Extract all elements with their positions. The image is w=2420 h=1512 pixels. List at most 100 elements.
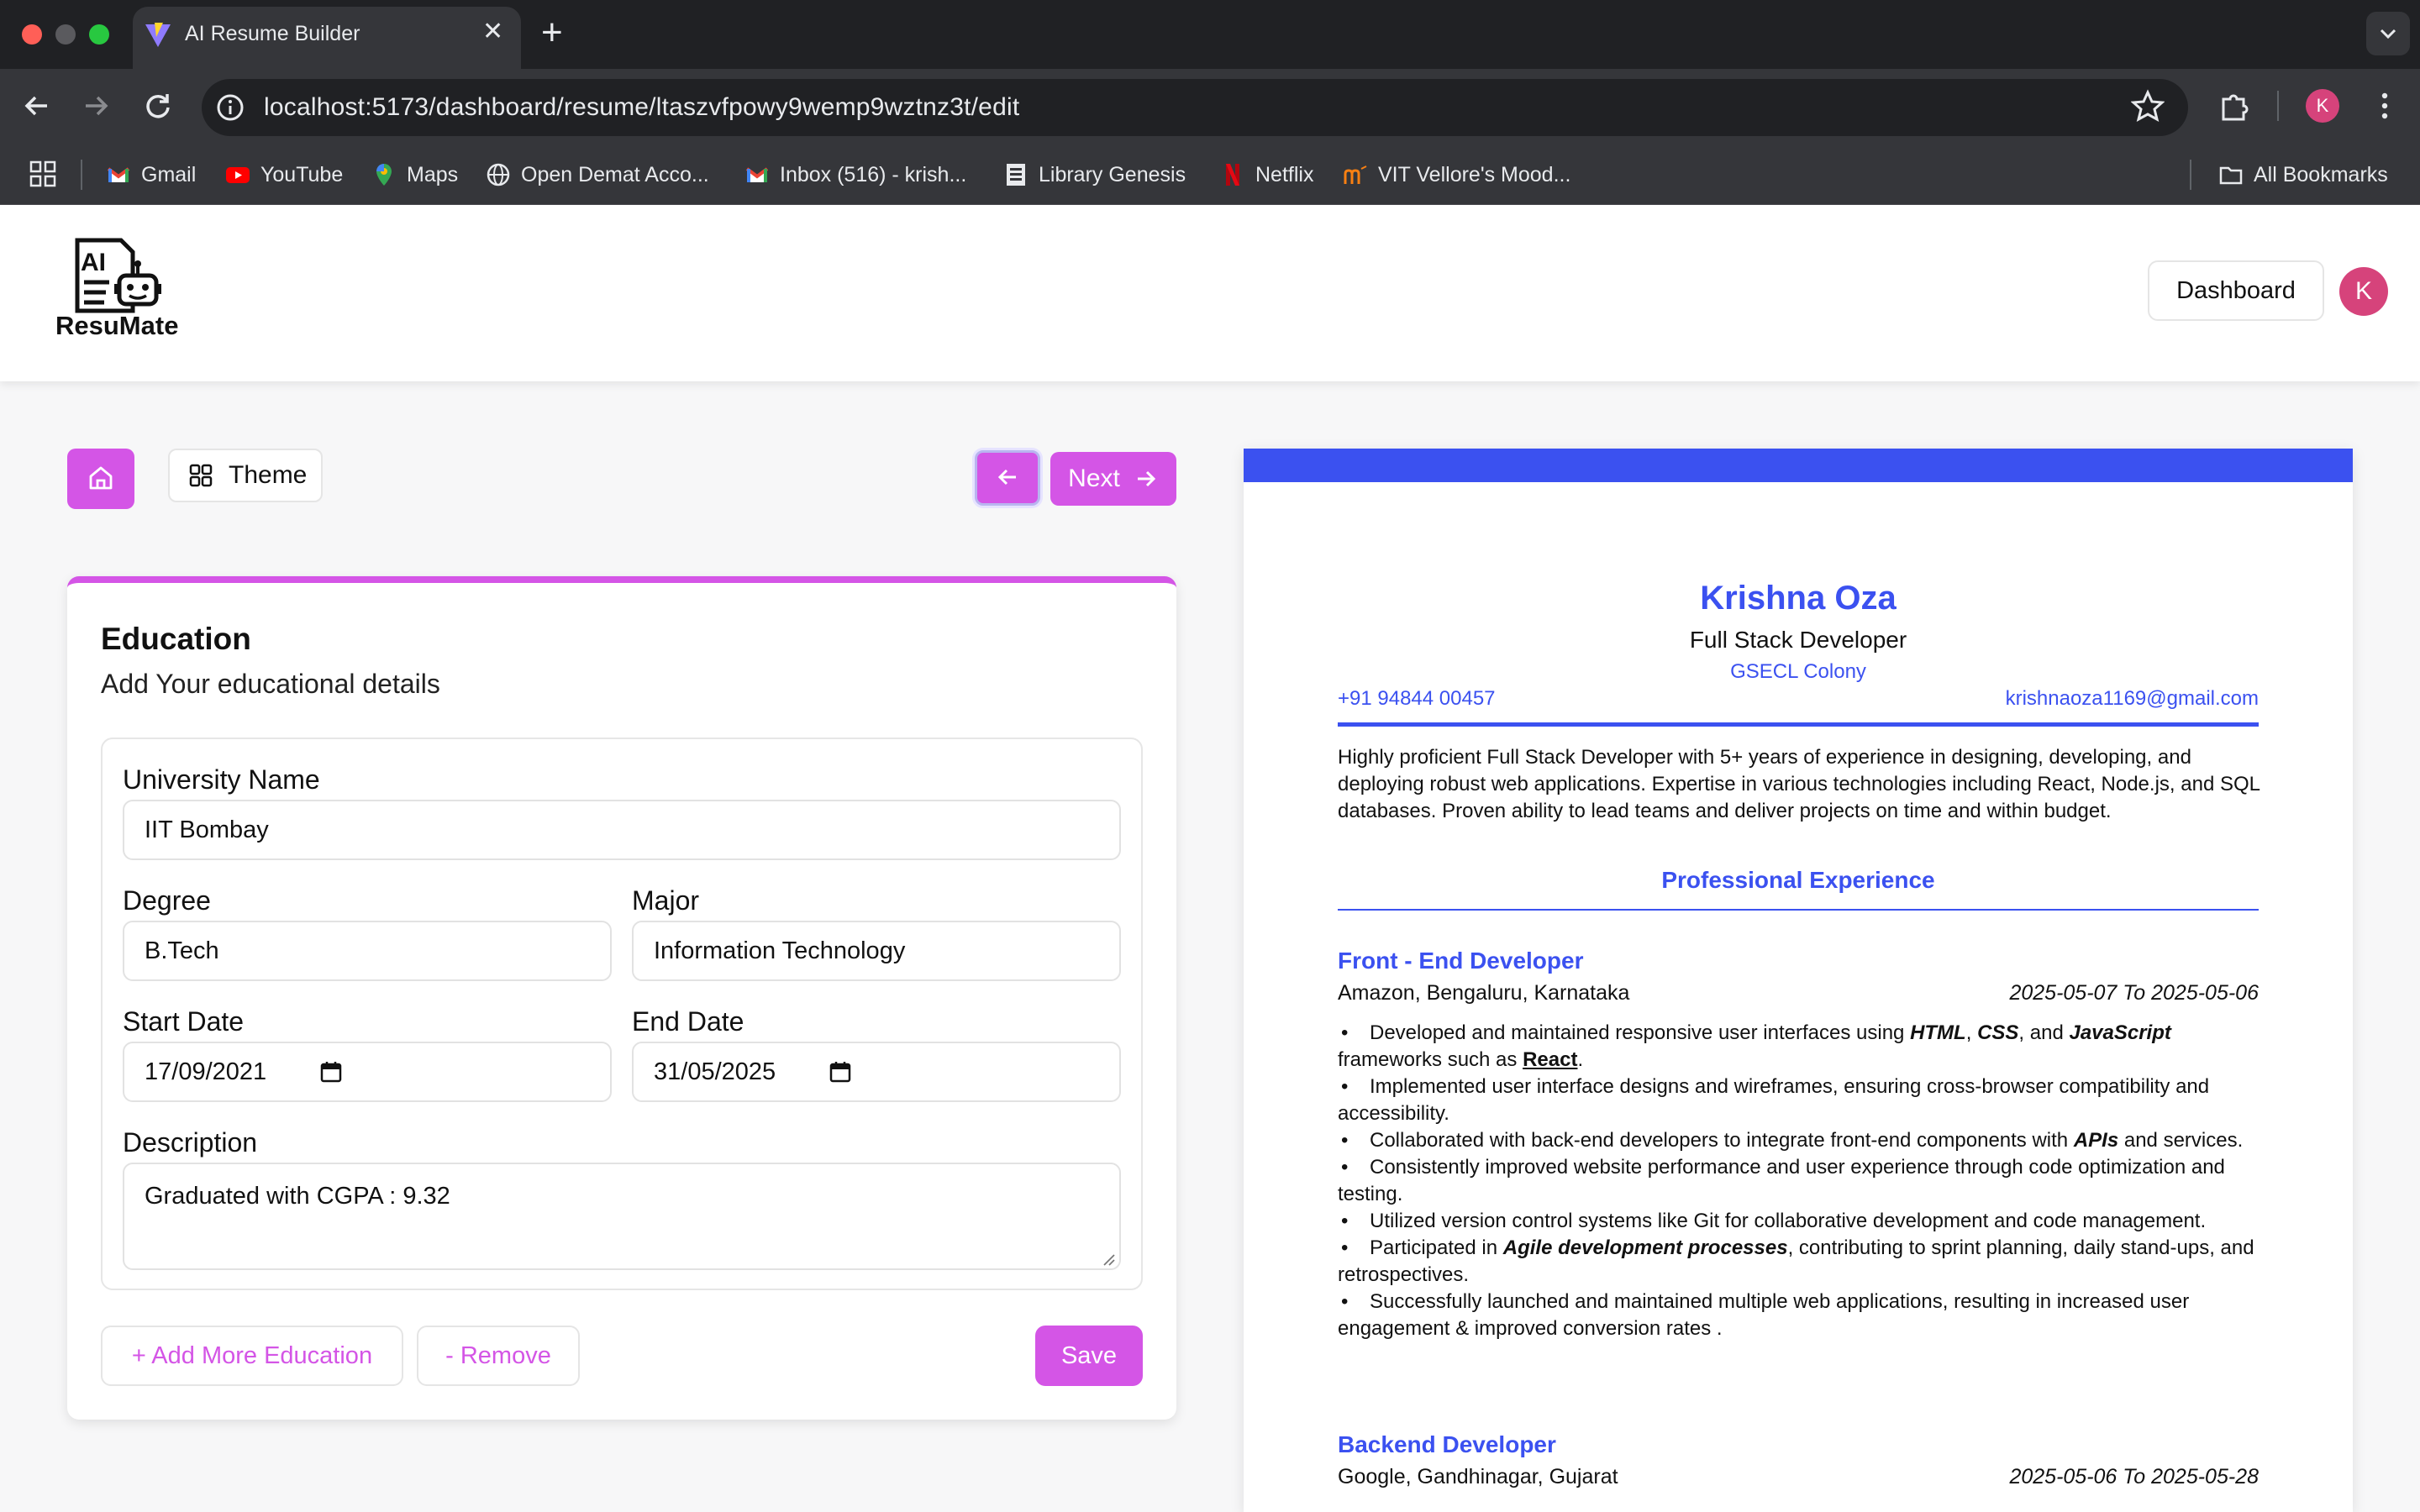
bookmark-demat[interactable]: Open Demat Acco... <box>486 160 709 190</box>
resume-color-bar <box>1244 449 2353 482</box>
extensions-puzzle-icon[interactable] <box>2217 87 2254 124</box>
home-button[interactable] <box>67 449 134 509</box>
folder-icon <box>2219 166 2243 185</box>
youtube-icon <box>226 167 250 183</box>
window-close-button[interactable] <box>22 24 42 45</box>
tab-title: AI Resume Builder <box>185 22 360 45</box>
gmail-icon <box>107 167 130 182</box>
bookmark-label: YouTube <box>260 162 344 186</box>
all-bookmarks[interactable]: All Bookmarks <box>2218 160 2388 190</box>
major-label: Major <box>632 885 700 916</box>
browser-menu-icon[interactable] <box>2366 87 2403 124</box>
job-bullet: Collaborated with back-end developers to… <box>1338 1127 2265 1154</box>
all-bookmarks-label: All Bookmarks <box>2254 162 2388 186</box>
start-date-input[interactable]: 17/09/2021 <box>123 1042 612 1102</box>
bookmark-inbox[interactable]: Inbox (516) - krish... <box>744 160 966 190</box>
degree-input[interactable]: B.Tech <box>123 921 612 981</box>
reload-icon[interactable] <box>138 86 178 126</box>
education-subtitle: Add Your educational details <box>101 669 440 699</box>
job-bullet: Developed and maintained responsive user… <box>1338 1020 2265 1074</box>
moodle-icon <box>1344 165 1367 184</box>
degree-label: Degree <box>123 885 211 916</box>
description-textarea[interactable]: Graduated with CGPA : 9.32 <box>123 1163 1121 1270</box>
bookmark-youtube[interactable]: YouTube <box>225 160 343 190</box>
logo-text: ResuMate <box>55 311 179 340</box>
job-bullet: Successfully launched and maintained mul… <box>1338 1289 2265 1342</box>
bookmarks-bar <box>0 144 2420 205</box>
resume-address: GSECL Colony <box>1730 660 1866 683</box>
job-bullet: Participated in Agile development proces… <box>1338 1235 2265 1289</box>
bookmark-netflix[interactable]: Netflix <box>1220 160 1313 190</box>
window-zoom-button[interactable] <box>89 24 109 45</box>
window-minimize-button[interactable] <box>55 24 76 45</box>
new-tab-icon[interactable]: + <box>541 12 563 54</box>
calendar-icon[interactable] <box>319 1060 343 1084</box>
job-title: Backend Developer <box>1338 1431 1556 1457</box>
user-avatar[interactable]: K <box>2339 267 2388 316</box>
end-date-label: End Date <box>632 1006 744 1037</box>
bookmark-label: Netflix <box>1255 162 1314 186</box>
home-icon <box>89 466 113 489</box>
bookmark-label: Gmail <box>141 162 197 186</box>
resume-summary: Highly proficient Full Stack Developer w… <box>1338 746 2260 822</box>
add-more-education-button[interactable]: + Add More Education <box>101 1326 403 1386</box>
theme-button[interactable]: Theme <box>168 449 323 502</box>
job-company: Google, Gandhinagar, Gujarat <box>1338 1465 1618 1488</box>
logo-ai-text: AI <box>81 249 106 276</box>
netflix-icon <box>1226 164 1239 186</box>
job-bullet: Consistently improved website performanc… <box>1338 1154 2265 1208</box>
maps-icon <box>376 164 392 186</box>
gmail-icon <box>745 167 769 182</box>
bookmark-maps[interactable]: Maps <box>371 160 458 190</box>
back-arrow-icon[interactable] <box>17 86 57 126</box>
layout-grid-icon <box>189 464 213 487</box>
theme-label: Theme <box>229 461 308 489</box>
resume-email: krishnaoza1169@gmail.com <box>2005 687 2259 710</box>
bookmarks-divider <box>2190 160 2191 190</box>
university-input[interactable]: IIT Bombay <box>123 800 1121 860</box>
profile-avatar[interactable]: K <box>2306 89 2339 123</box>
university-label: University Name <box>123 764 320 795</box>
resize-handle-icon[interactable] <box>1101 1252 1116 1267</box>
vite-favicon-icon <box>145 23 171 47</box>
bookmark-star-icon[interactable] <box>2131 89 2165 123</box>
start-date-label: Start Date <box>123 1006 245 1037</box>
job-bullet: Utilized version control systems like Gi… <box>1338 1208 2265 1235</box>
calendar-icon[interactable] <box>829 1060 852 1084</box>
bookmark-label: Inbox (516) - krish... <box>780 162 967 186</box>
bookmark-label: Open Demat Acco... <box>521 162 709 186</box>
forward-arrow-icon[interactable] <box>76 86 116 126</box>
save-button[interactable]: Save <box>1035 1326 1143 1386</box>
dashboard-button[interactable]: Dashboard <box>2148 260 2324 321</box>
bookmark-libgen[interactable]: Library Genesis <box>1003 160 1186 190</box>
next-step-button[interactable]: Next <box>1050 452 1176 506</box>
end-date-input[interactable]: 31/05/2025 <box>632 1042 1121 1102</box>
job-bullets: Developed and maintained responsive user… <box>1338 1020 2265 1342</box>
resumate-logo-icon[interactable]: AI <box>72 237 165 316</box>
tab-close-icon[interactable]: ✕ <box>482 17 503 46</box>
resume-role: Full Stack Developer <box>1689 627 1907 653</box>
education-title: Education <box>101 622 251 656</box>
bookmark-vit-moodle[interactable]: VIT Vellore's Mood... <box>1343 160 1570 190</box>
bookmark-gmail[interactable]: Gmail <box>106 160 196 190</box>
bookmark-label: VIT Vellore's Mood... <box>1378 162 1571 186</box>
resume-name: Krishna Oza <box>1700 580 1897 617</box>
app-header <box>0 205 2420 381</box>
bookmarks-divider <box>81 160 82 190</box>
job-title: Front - End Developer <box>1338 948 1584 974</box>
bookmark-label: Library Genesis <box>1039 162 1186 186</box>
major-input[interactable]: Information Technology <box>632 921 1121 981</box>
resume-phone: +91 94844 00457 <box>1338 687 1496 710</box>
tab-search-icon[interactable] <box>2366 12 2410 55</box>
remove-education-button[interactable]: - Remove <box>417 1326 580 1386</box>
toolbar-divider <box>2277 91 2279 121</box>
job-bullet: Implemented user interface designs and w… <box>1338 1074 2265 1127</box>
job-dates: 2025-05-07 To 2025-05-06 <box>2009 981 2259 1005</box>
previous-step-button[interactable] <box>975 450 1040 506</box>
apps-grid-icon[interactable] <box>29 160 57 188</box>
job-company: Amazon, Bengaluru, Karnataka <box>1338 981 1630 1005</box>
site-info-icon[interactable] <box>215 92 245 123</box>
arrow-left-icon <box>997 469 1016 485</box>
bookmark-label: Maps <box>407 162 459 186</box>
url-text[interactable]: localhost:5173/dashboard/resume/ltaszvfp… <box>264 93 1019 122</box>
